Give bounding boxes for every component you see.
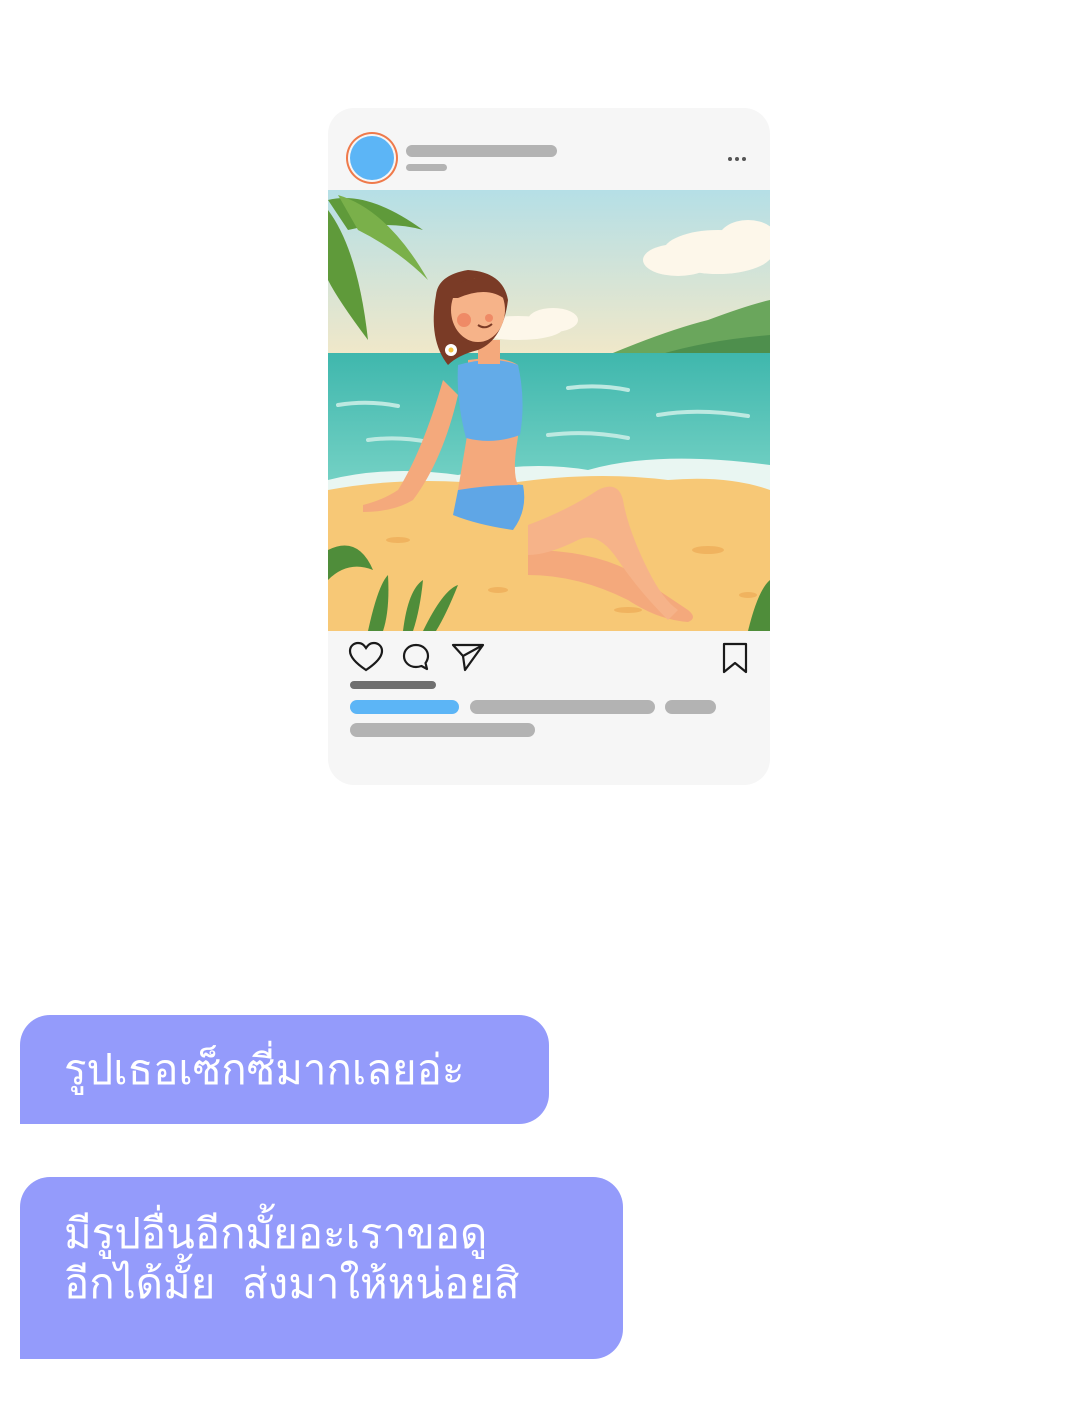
more-horizontal-icon[interactable] — [726, 152, 748, 166]
username-placeholder — [406, 145, 557, 157]
message-text: รูปเธอเซ็กซี่มากเลยอ่ะ — [64, 1045, 465, 1094]
username-link-placeholder[interactable] — [350, 700, 459, 714]
message-text: มีรูปอื่นอีกมั้ยอะเราขอดู อีกได้มั้ย ส่ง… — [64, 1209, 520, 1308]
avatar[interactable] — [350, 136, 394, 180]
caption-placeholder-short — [665, 700, 716, 714]
caption-placeholder — [470, 700, 655, 714]
comment-icon[interactable] — [400, 641, 432, 673]
bookmark-icon[interactable] — [720, 641, 750, 675]
post-header — [328, 108, 770, 190]
heart-icon[interactable] — [348, 641, 384, 673]
chat-bubble: มีรูปอื่นอีกมั้ยอะเราขอดู อีกได้มั้ย ส่ง… — [20, 1177, 623, 1359]
chat-bubble: รูปเธอเซ็กซี่มากเลยอ่ะ — [20, 1015, 549, 1124]
social-post-card — [328, 108, 770, 785]
share-icon[interactable] — [450, 641, 486, 673]
post-photo — [328, 190, 770, 631]
subtitle-placeholder — [406, 164, 447, 171]
caption-placeholder-line2 — [350, 723, 535, 737]
likes-placeholder — [350, 681, 436, 689]
